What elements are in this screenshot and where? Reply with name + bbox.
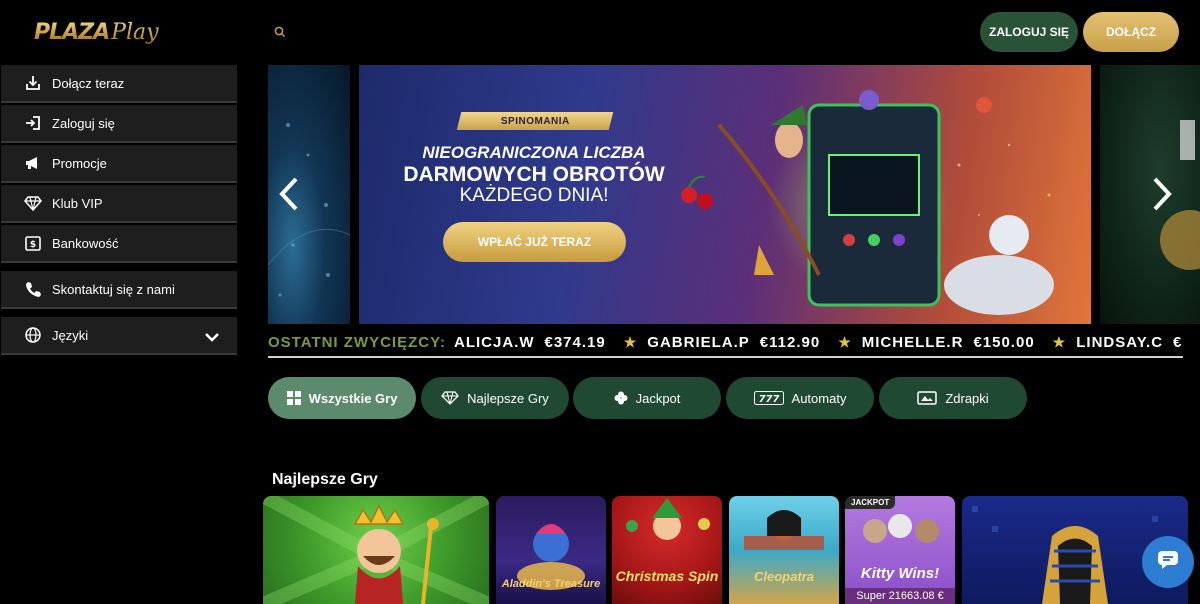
- plazaplay-logo[interactable]: PLAZA Play: [34, 14, 159, 50]
- game-tile-christmas-spin[interactable]: Christmas Spin: [612, 496, 722, 604]
- winners-ticker: OSTATNI ZWYCIĘZCY: ALICJA.W €374.19 ★ GA…: [268, 330, 1183, 358]
- sidebar-item-label: Skontaktuj się z nami: [52, 281, 175, 297]
- clover-icon: [614, 391, 628, 405]
- game-title: Kitty Wins!: [860, 565, 940, 582]
- promo-tag-label: SPINOMANIA: [500, 115, 570, 127]
- game-art: [626, 498, 710, 540]
- sidebar-item-languages[interactable]: Języki: [1, 317, 237, 355]
- logo-word-play: Play: [111, 19, 159, 45]
- wallet-icon: $: [24, 234, 42, 252]
- sidebar-item-label: Dołącz teraz: [52, 75, 125, 91]
- tab-slots[interactable]: 777 Automaty: [726, 377, 874, 419]
- sidebar-item-join[interactable]: Dołącz teraz: [1, 65, 237, 103]
- slot-777-icon: 777: [753, 391, 784, 405]
- search-icon[interactable]: [272, 24, 288, 40]
- winner-name: ALICJA.W: [453, 334, 535, 351]
- sidebar-item-banking[interactable]: $ Bankowość: [1, 225, 237, 263]
- star-icon: ★: [623, 334, 638, 350]
- scratch-card-icon: [917, 391, 938, 405]
- sidebar-item-contact[interactable]: Skontaktuj się z nami: [1, 271, 237, 309]
- winner-name: LINDSAY.C: [1076, 334, 1164, 351]
- game-art: [263, 496, 489, 604]
- winner-amount: €300: [1173, 334, 1183, 351]
- sidebar-menu: Dołącz teraz Zaloguj się Promocje Klub V…: [0, 64, 238, 604]
- grid-icon: [286, 391, 301, 405]
- star-icon: ★: [838, 334, 852, 350]
- game-art: [744, 510, 824, 550]
- star-icon: ★: [1052, 334, 1067, 350]
- globe-icon: [24, 326, 42, 344]
- tab-label: Automaty: [791, 390, 847, 406]
- jackpot-badge: JACKPOT: [845, 496, 896, 509]
- winner-amount: €150.00: [973, 334, 1035, 351]
- tab-top-games[interactable]: Najlepsze Gry: [421, 377, 569, 419]
- game-title: Christmas Spin: [615, 568, 719, 584]
- tab-jackpot[interactable]: Jackpot: [573, 377, 721, 419]
- megaphone-icon: [24, 154, 42, 172]
- game-tile-kitty-wins[interactable]: JACKPOT Kitty Wins! Super 21663.08 €: [845, 496, 955, 604]
- diamond-icon: [24, 194, 42, 212]
- top-header: PLAZA Play ZALOGUJ SIĘ DOŁĄCZ: [0, 0, 1200, 64]
- sidebar-item-label: Bankowość: [52, 235, 119, 251]
- game-tile-cleopatra[interactable]: Cleopatra: [729, 496, 839, 604]
- banner-headline-line3: KAŻDEGO DNIA!: [459, 185, 609, 206]
- banner-headline-line1: NIEOGRANICZONA LICZBA: [422, 143, 646, 162]
- section-title-top-games: Najlepsze Gry: [272, 471, 378, 488]
- logo-word-plaza: PLAZA: [34, 19, 110, 45]
- carousel-prev-arrow-icon[interactable]: [277, 176, 301, 212]
- diamond-icon: [441, 391, 460, 405]
- tab-label: Wszystkie Gry: [308, 390, 398, 406]
- svg-text:777: 777: [758, 394, 779, 405]
- chat-icon: [1157, 550, 1179, 575]
- deposit-now-button[interactable]: WPŁAĆ JUŻ TERAZ: [443, 222, 626, 262]
- phone-icon: [24, 280, 42, 298]
- download-icon: [24, 74, 42, 92]
- carousel-next-arrow-icon[interactable]: [1150, 176, 1174, 212]
- winner-name: GABRIELA.P: [647, 334, 750, 351]
- sidebar-item-label: Zaloguj się: [52, 115, 115, 131]
- login-button[interactable]: ZALOGUJ SIĘ: [980, 12, 1078, 52]
- game-tile-king[interactable]: [263, 496, 489, 604]
- jackpot-amount: Super 21663.08 €: [845, 588, 955, 604]
- winner-entry: ALICJA.W €374.19: [454, 334, 606, 351]
- sidebar-item-label: Klub VIP: [52, 195, 103, 211]
- tab-label: Jackpot: [635, 390, 681, 406]
- game-title: Cleopatra: [754, 569, 814, 584]
- winner-entry: GABRIELA.P €112.90: [647, 334, 820, 351]
- winners-title: OSTATNI ZWYCIĘZCY:: [268, 334, 446, 351]
- live-chat-button[interactable]: [1142, 536, 1194, 588]
- tab-all-games[interactable]: Wszystkie Gry: [268, 377, 416, 419]
- svg-text:$: $: [30, 240, 36, 250]
- game-tile-aladdins-treasure[interactable]: Aladdin's Treasure: [496, 496, 606, 604]
- chevron-down-icon: [205, 330, 219, 345]
- winner-amount: €374.19: [544, 334, 606, 351]
- tab-label: Zdrapki: [945, 390, 989, 406]
- sidebar-item-label: Promocje: [52, 155, 107, 171]
- sidebar-item-promotions[interactable]: Promocje: [1, 145, 237, 183]
- banner-slide-spinomania[interactable]: SPINOMANIA NIEOGRANICZONA LICZBA DARMOWY…: [359, 65, 1091, 324]
- sidebar-item-label: Języki: [52, 327, 89, 343]
- tab-label: Najlepsze Gry: [467, 390, 549, 406]
- game-title: Aladdin's Treasure: [501, 578, 601, 590]
- tab-scratch-cards[interactable]: Zdrapki: [879, 377, 1027, 419]
- promo-tag: SPINOMANIA: [456, 112, 614, 130]
- banner-headline-line2: DARMOWYCH OBROTÓW: [403, 163, 665, 186]
- winner-entry: MICHELLE.R €150.00: [862, 334, 1035, 351]
- sidebar-item-login[interactable]: Zaloguj się: [1, 105, 237, 143]
- winner-name: MICHELLE.R: [861, 334, 964, 351]
- join-button[interactable]: DOŁĄCZ: [1083, 12, 1179, 52]
- sidebar-item-vip[interactable]: Klub VIP: [1, 185, 237, 223]
- winner-amount: €112.90: [759, 334, 821, 351]
- login-icon: [24, 114, 42, 132]
- winner-entry: LINDSAY.C €300: [1076, 334, 1183, 351]
